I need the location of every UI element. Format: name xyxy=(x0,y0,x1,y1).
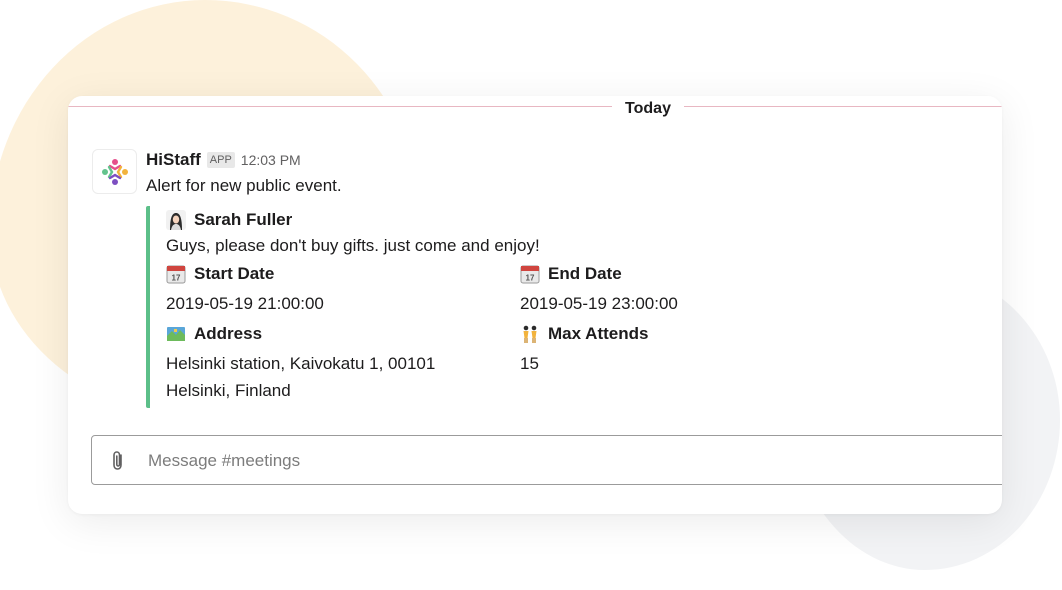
message-input[interactable] xyxy=(146,436,1002,486)
field-value: 2019-05-19 23:00:00 xyxy=(520,294,678,313)
day-divider-label[interactable]: Today xyxy=(612,96,684,118)
field-value: Helsinki station, Kaivokatu 1, 00101 Hel… xyxy=(166,350,506,404)
day-divider: Today xyxy=(68,96,1002,122)
histaff-logo-icon xyxy=(101,158,128,185)
attachment-text: Guys, please don't buy gifts. just come … xyxy=(166,236,540,255)
field-value: 2019-05-19 21:00:00 xyxy=(166,294,324,313)
svg-text:17: 17 xyxy=(526,274,535,283)
field-title: Max Attends xyxy=(548,324,649,343)
app-badge: APP xyxy=(206,152,235,168)
message-header: HiStaff APP 12:03 PM xyxy=(146,148,982,172)
day-divider-line xyxy=(68,106,1002,107)
address-line-2: Helsinki, Finland xyxy=(166,381,291,400)
event-attachment: Sarah Fuller Guys, please don't buy gift… xyxy=(146,206,750,408)
field-max-attends: Max Attends 15 xyxy=(520,322,860,377)
author-avatar-icon xyxy=(166,210,186,230)
sender-name[interactable]: HiStaff xyxy=(146,150,201,170)
field-value: 15 xyxy=(520,354,539,373)
field-address: Address Helsinki station, Kaivokatu 1, 0… xyxy=(166,322,506,404)
field-title: Address xyxy=(194,324,263,343)
avatar[interactable] xyxy=(92,149,137,194)
field-title: End Date xyxy=(548,264,622,283)
message-composer xyxy=(91,435,1002,486)
calendar-icon: 17 xyxy=(520,265,540,284)
calendar-icon: 17 xyxy=(166,265,186,284)
field-end-date: 17 End Date 2019-05-19 23:00:00 xyxy=(520,262,860,317)
attachment-author: Sarah Fuller xyxy=(166,206,750,234)
author-name[interactable]: Sarah Fuller xyxy=(194,210,292,230)
message-timestamp[interactable]: 12:03 PM xyxy=(241,152,301,168)
field-title: Start Date xyxy=(194,264,275,283)
map-icon xyxy=(167,327,185,341)
dancers-icon xyxy=(523,325,537,343)
chat-window: Today HiStaff APP 12:03 PM Alert for new… xyxy=(68,96,1002,514)
address-line-1: Helsinki station, Kaivokatu 1, 00101 xyxy=(166,354,436,373)
message-text: Alert for new public event. xyxy=(146,176,342,195)
svg-text:17: 17 xyxy=(172,274,181,283)
message: HiStaff APP 12:03 PM Alert for new publi… xyxy=(146,148,982,196)
field-start-date: 17 Start Date 2019-05-19 21:00:00 xyxy=(166,262,506,317)
paperclip-icon[interactable] xyxy=(106,449,130,473)
